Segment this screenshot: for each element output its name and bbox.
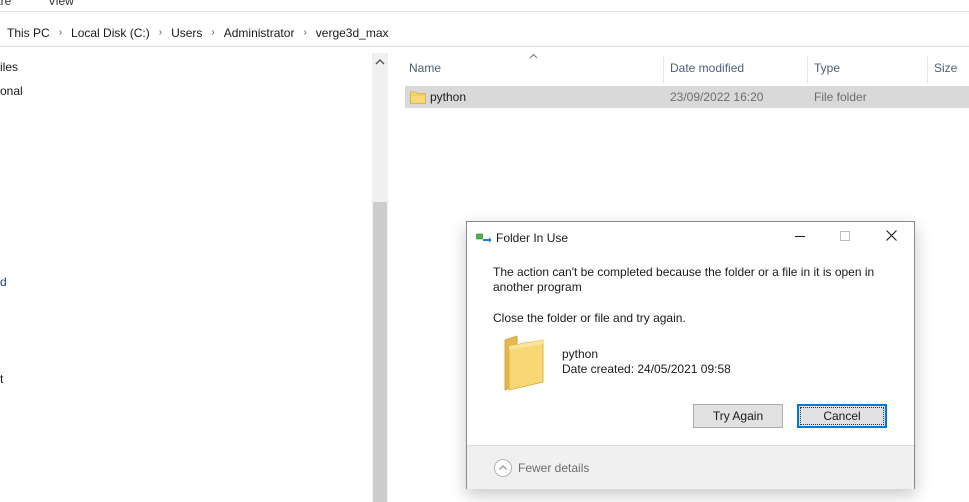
close-icon — [885, 230, 897, 241]
focus-ring — [800, 407, 884, 425]
chevron-right-icon[interactable]: › — [303, 27, 306, 38]
breadcrumb-verge3d-max[interactable]: verge3d_max — [315, 26, 390, 40]
chevron-right-icon[interactable]: › — [59, 27, 62, 38]
dialog-title: Folder In Use — [496, 231, 569, 245]
breadcrumb-this-pc[interactable]: This PC — [6, 26, 51, 40]
file-move-icon — [476, 233, 492, 243]
fewer-details-link[interactable]: Fewer details — [518, 461, 589, 475]
breadcrumb-administrator[interactable]: Administrator — [223, 26, 296, 40]
ribbon-tab-share[interactable]: are — [0, 0, 11, 8]
column-header-size[interactable]: Size — [934, 53, 957, 83]
dialog-message: The action can't be completed because th… — [493, 265, 875, 294]
breadcrumb: This PC › Local Disk (C:) › Users › Admi… — [6, 26, 390, 40]
breadcrumb-local-disk[interactable]: Local Disk (C:) — [70, 26, 151, 40]
dialog-titlebar[interactable]: Folder In Use — [467, 222, 914, 253]
minimize-button[interactable] — [777, 222, 823, 252]
file-type: File folder — [814, 90, 867, 104]
folder-icon — [410, 91, 426, 104]
maximize-icon — [840, 231, 850, 241]
chevron-up-icon[interactable] — [494, 459, 512, 477]
column-divider[interactable] — [663, 56, 664, 83]
nav-item-files[interactable]: iles — [0, 60, 18, 74]
scroll-up-icon[interactable] — [374, 57, 386, 69]
maximize-button — [822, 222, 868, 252]
file-date-modified: 23/09/2022 16:20 — [670, 90, 764, 104]
item-name: python — [562, 347, 599, 361]
minimize-icon — [795, 236, 805, 237]
dialog-footer: Fewer details — [467, 445, 914, 489]
address-bar[interactable]: This PC › Local Disk (C:) › Users › Admi… — [0, 18, 969, 47]
close-button[interactable] — [868, 222, 914, 252]
file-name: python — [430, 90, 467, 104]
dialog-instruction: Close the folder or file and try again. — [493, 311, 686, 325]
nav-pane-scrollbar[interactable] — [372, 53, 388, 502]
table-row[interactable]: python 23/09/2022 16:20 File folder — [405, 86, 969, 108]
cancel-button[interactable]: Cancel — [797, 404, 887, 428]
chevron-right-icon[interactable]: › — [211, 27, 214, 38]
ribbon-tabs: are View — [0, 0, 969, 12]
sort-ascending-icon — [529, 51, 538, 61]
chevron-right-icon[interactable]: › — [159, 27, 162, 38]
column-divider[interactable] — [927, 56, 928, 83]
column-header-name[interactable]: Name — [409, 53, 441, 83]
folder-icon — [504, 335, 544, 391]
nav-item-selected[interactable]: d — [0, 275, 7, 289]
item-date-created: Date created: 24/05/2021 09:58 — [562, 362, 731, 376]
scrollbar-thumb[interactable] — [373, 202, 387, 502]
navigation-pane: iles onal d t — [0, 53, 372, 502]
column-header-date-modified[interactable]: Date modified — [670, 53, 744, 83]
column-header-type[interactable]: Type — [814, 53, 840, 83]
column-divider[interactable] — [807, 56, 808, 83]
nav-item-personal[interactable]: onal — [0, 84, 23, 98]
folder-in-use-dialog: Folder In Use The action can't be comple… — [466, 221, 915, 489]
try-again-button[interactable]: Try Again — [693, 404, 783, 428]
breadcrumb-users[interactable]: Users — [170, 26, 203, 40]
nav-item[interactable]: t — [0, 372, 3, 386]
ribbon-tab-view[interactable]: View — [48, 0, 74, 8]
